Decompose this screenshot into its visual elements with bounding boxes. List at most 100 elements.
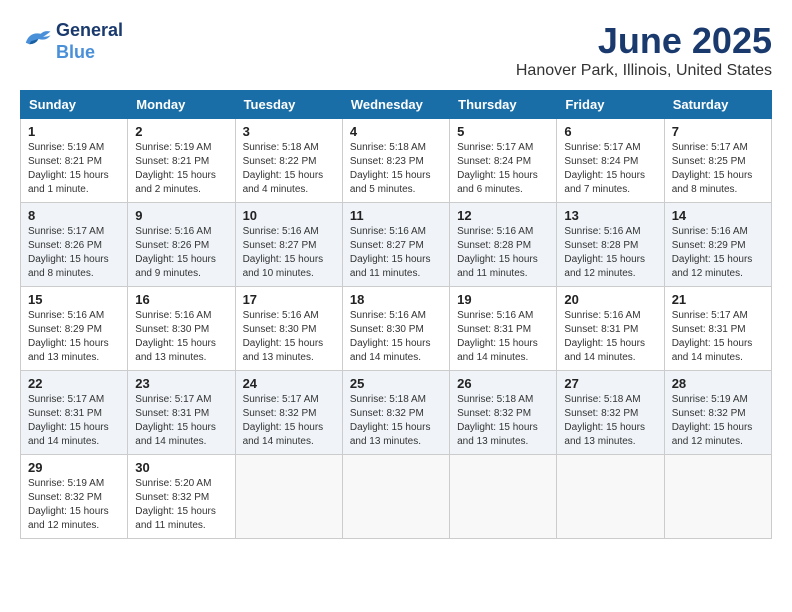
- day-number: 23: [135, 376, 227, 391]
- day-number: 2: [135, 124, 227, 139]
- day-number: 25: [350, 376, 442, 391]
- day-info: Sunrise: 5:17 AM Sunset: 8:31 PM Dayligh…: [28, 393, 120, 449]
- calendar-cell: 9 Sunrise: 5:16 AM Sunset: 8:26 PM Daylig…: [128, 203, 235, 287]
- day-number: 28: [672, 376, 764, 391]
- calendar-week-row: 8 Sunrise: 5:17 AM Sunset: 8:26 PM Daylig…: [21, 203, 772, 287]
- day-info: Sunrise: 5:18 AM Sunset: 8:22 PM Dayligh…: [243, 141, 335, 197]
- day-number: 16: [135, 292, 227, 307]
- day-number: 3: [243, 124, 335, 139]
- day-info: Sunrise: 5:17 AM Sunset: 8:26 PM Dayligh…: [28, 225, 120, 281]
- day-number: 27: [564, 376, 656, 391]
- calendar-header-thursday: Thursday: [450, 91, 557, 119]
- calendar-cell: 22 Sunrise: 5:17 AM Sunset: 8:31 PM Dayli…: [21, 371, 128, 455]
- logo-bird-icon: [22, 27, 52, 51]
- logo-line1: General: [56, 20, 123, 42]
- day-number: 30: [135, 460, 227, 475]
- calendar-header-monday: Monday: [128, 91, 235, 119]
- calendar-cell: 13Sunrise: 5:16 AM Sunset: 8:28 PM Dayli…: [557, 203, 664, 287]
- calendar-cell: 17 Sunrise: 5:16 AM Sunset: 8:30 PM Dayli…: [235, 287, 342, 371]
- day-info: Sunrise: 5:17 AM Sunset: 8:31 PM Dayligh…: [135, 393, 227, 449]
- month-title: June 2025: [516, 20, 772, 62]
- day-number: 12: [457, 208, 549, 223]
- calendar-cell: 6 Sunrise: 5:17 AM Sunset: 8:24 PM Daylig…: [557, 119, 664, 203]
- calendar-cell: 2 Sunrise: 5:19 AM Sunset: 8:21 PM Daylig…: [128, 119, 235, 203]
- calendar-table: SundayMondayTuesdayWednesdayThursdayFrid…: [20, 90, 772, 539]
- title-area: June 2025 Hanover Park, Illinois, United…: [516, 20, 772, 80]
- day-info: Sunrise: 5:19 AM Sunset: 8:21 PM Dayligh…: [135, 141, 227, 197]
- day-number: 21: [672, 292, 764, 307]
- calendar-header-wednesday: Wednesday: [342, 91, 449, 119]
- calendar-header-row: SundayMondayTuesdayWednesdayThursdayFrid…: [21, 91, 772, 119]
- calendar-cell: [557, 455, 664, 539]
- day-info: Sunrise: 5:17 AM Sunset: 8:24 PM Dayligh…: [457, 141, 549, 197]
- day-info: Sunrise: 5:16 AM Sunset: 8:26 PM Dayligh…: [135, 225, 227, 281]
- day-info: Sunrise: 5:19 AM Sunset: 8:32 PM Dayligh…: [672, 393, 764, 449]
- day-number: 4: [350, 124, 442, 139]
- day-info: Sunrise: 5:16 AM Sunset: 8:31 PM Dayligh…: [457, 309, 549, 365]
- calendar-cell: 15Sunrise: 5:16 AM Sunset: 8:29 PM Dayli…: [21, 287, 128, 371]
- calendar-cell: [235, 455, 342, 539]
- calendar-cell: 8 Sunrise: 5:17 AM Sunset: 8:26 PM Daylig…: [21, 203, 128, 287]
- day-info: Sunrise: 5:17 AM Sunset: 8:32 PM Dayligh…: [243, 393, 335, 449]
- calendar-cell: 30Sunrise: 5:20 AM Sunset: 8:32 PM Dayli…: [128, 455, 235, 539]
- calendar-cell: 25 Sunrise: 5:18 AM Sunset: 8:32 PM Dayli…: [342, 371, 449, 455]
- calendar-header-saturday: Saturday: [664, 91, 771, 119]
- day-number: 24: [243, 376, 335, 391]
- day-number: 11: [350, 208, 442, 223]
- calendar-header-tuesday: Tuesday: [235, 91, 342, 119]
- day-number: 20: [564, 292, 656, 307]
- day-info: Sunrise: 5:16 AM Sunset: 8:28 PM Dayligh…: [564, 225, 656, 281]
- day-number: 18: [350, 292, 442, 307]
- day-info: Sunrise: 5:16 AM Sunset: 8:31 PM Dayligh…: [564, 309, 656, 365]
- day-info: Sunrise: 5:16 AM Sunset: 8:30 PM Dayligh…: [243, 309, 335, 365]
- calendar-cell: 4 Sunrise: 5:18 AM Sunset: 8:23 PM Daylig…: [342, 119, 449, 203]
- calendar-cell: 23 Sunrise: 5:17 AM Sunset: 8:31 PM Dayli…: [128, 371, 235, 455]
- calendar-cell: 29Sunrise: 5:19 AM Sunset: 8:32 PM Dayli…: [21, 455, 128, 539]
- calendar-cell: 19 Sunrise: 5:16 AM Sunset: 8:31 PM Dayli…: [450, 287, 557, 371]
- day-number: 1: [28, 124, 120, 139]
- day-info: Sunrise: 5:16 AM Sunset: 8:27 PM Dayligh…: [243, 225, 335, 281]
- day-info: Sunrise: 5:16 AM Sunset: 8:27 PM Dayligh…: [350, 225, 442, 281]
- calendar-cell: [342, 455, 449, 539]
- day-number: 6: [564, 124, 656, 139]
- day-number: 14: [672, 208, 764, 223]
- calendar-week-row: 29Sunrise: 5:19 AM Sunset: 8:32 PM Dayli…: [21, 455, 772, 539]
- calendar-cell: 16 Sunrise: 5:16 AM Sunset: 8:30 PM Dayli…: [128, 287, 235, 371]
- day-info: Sunrise: 5:18 AM Sunset: 8:23 PM Dayligh…: [350, 141, 442, 197]
- calendar-cell: 5Sunrise: 5:17 AM Sunset: 8:24 PM Daylig…: [450, 119, 557, 203]
- day-info: Sunrise: 5:16 AM Sunset: 8:29 PM Dayligh…: [28, 309, 120, 365]
- day-info: Sunrise: 5:17 AM Sunset: 8:24 PM Dayligh…: [564, 141, 656, 197]
- logo: General Blue: [20, 20, 123, 63]
- calendar-cell: 11 Sunrise: 5:16 AM Sunset: 8:27 PM Dayli…: [342, 203, 449, 287]
- calendar-cell: 7Sunrise: 5:17 AM Sunset: 8:25 PM Daylig…: [664, 119, 771, 203]
- page-header: General Blue June 2025 Hanover Park, Ill…: [20, 20, 772, 80]
- calendar-week-row: 15Sunrise: 5:16 AM Sunset: 8:29 PM Dayli…: [21, 287, 772, 371]
- day-number: 10: [243, 208, 335, 223]
- calendar-cell: 26Sunrise: 5:18 AM Sunset: 8:32 PM Dayli…: [450, 371, 557, 455]
- calendar-cell: 21Sunrise: 5:17 AM Sunset: 8:31 PM Dayli…: [664, 287, 771, 371]
- location-title: Hanover Park, Illinois, United States: [516, 62, 772, 80]
- calendar-cell: [450, 455, 557, 539]
- calendar-header-friday: Friday: [557, 91, 664, 119]
- calendar-cell: 14 Sunrise: 5:16 AM Sunset: 8:29 PM Dayli…: [664, 203, 771, 287]
- day-number: 7: [672, 124, 764, 139]
- calendar-week-row: 1 Sunrise: 5:19 AM Sunset: 8:21 PM Daylig…: [21, 119, 772, 203]
- calendar-cell: 28 Sunrise: 5:19 AM Sunset: 8:32 PM Dayli…: [664, 371, 771, 455]
- day-number: 17: [243, 292, 335, 307]
- day-number: 19: [457, 292, 549, 307]
- day-info: Sunrise: 5:18 AM Sunset: 8:32 PM Dayligh…: [350, 393, 442, 449]
- calendar-cell: [664, 455, 771, 539]
- calendar-cell: 12 Sunrise: 5:16 AM Sunset: 8:28 PM Dayli…: [450, 203, 557, 287]
- day-number: 22: [28, 376, 120, 391]
- day-info: Sunrise: 5:19 AM Sunset: 8:21 PM Dayligh…: [28, 141, 120, 197]
- day-number: 8: [28, 208, 120, 223]
- day-info: Sunrise: 5:16 AM Sunset: 8:29 PM Dayligh…: [672, 225, 764, 281]
- day-info: Sunrise: 5:18 AM Sunset: 8:32 PM Dayligh…: [564, 393, 656, 449]
- day-number: 9: [135, 208, 227, 223]
- day-number: 26: [457, 376, 549, 391]
- calendar-cell: 18Sunrise: 5:16 AM Sunset: 8:30 PM Dayli…: [342, 287, 449, 371]
- calendar-cell: 27 Sunrise: 5:18 AM Sunset: 8:32 PM Dayli…: [557, 371, 664, 455]
- day-info: Sunrise: 5:16 AM Sunset: 8:28 PM Dayligh…: [457, 225, 549, 281]
- calendar-week-row: 22 Sunrise: 5:17 AM Sunset: 8:31 PM Dayli…: [21, 371, 772, 455]
- day-info: Sunrise: 5:16 AM Sunset: 8:30 PM Dayligh…: [135, 309, 227, 365]
